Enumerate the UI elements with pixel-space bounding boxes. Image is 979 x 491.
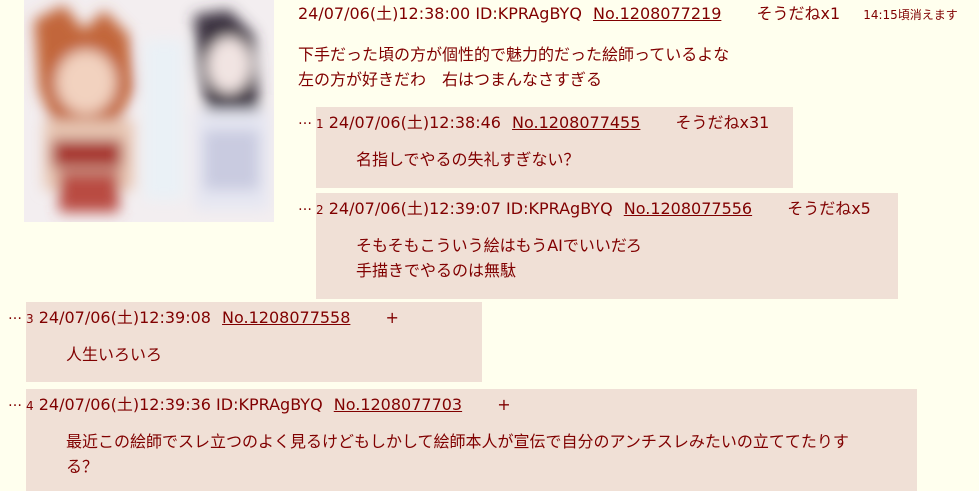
reply-4-date: 24/07/06(土)12:39:36 — [38, 395, 211, 414]
op-body-line: 下手だった頃の方が個性的で魅力的だった絵師っているよな — [298, 45, 730, 64]
reply-1-index: 1 — [316, 117, 324, 131]
op-body: 下手だった頃の方が個性的で魅力的だった絵師っているよな 左の方が好きだわ 右はつ… — [298, 42, 729, 92]
reply-3: 3 24/07/06(土)12:39:08 No.1208077558 + 人生… — [26, 302, 482, 382]
op-id: ID:KPRAgBYQ — [475, 4, 582, 23]
reply-2-date: 24/07/06(土)12:39:07 — [328, 199, 501, 218]
reply-4-id: ID:KPRAgBYQ — [216, 395, 323, 414]
reply-3-date: 24/07/06(土)12:39:08 — [38, 308, 211, 327]
op-body-line: 左の方が好きだわ 右はつまんなさすぎる — [298, 70, 603, 89]
reply-3-number-link[interactable]: No.1208077558 — [222, 308, 350, 327]
op-header: 24/07/06(土)12:38:00 ID:KPRAgBYQ No.12080… — [298, 4, 958, 25]
reply-2-dots: … — [298, 198, 312, 214]
reply-3-dots: … — [8, 307, 22, 323]
reply-4-index: 4 — [26, 399, 34, 413]
op-number-link[interactable]: No.1208077219 — [593, 4, 721, 24]
reply-1-number-link[interactable]: No.1208077455 — [512, 113, 640, 132]
reply-4-number-link[interactable]: No.1208077703 — [334, 395, 462, 414]
reply-2-id: ID:KPRAgBYQ — [506, 199, 613, 218]
reply-1-dots: … — [298, 112, 312, 128]
reply-4-body-line: る？ — [66, 457, 99, 476]
reply-1: 1 24/07/06(土)12:38:46 No.1208077455 そうだね… — [316, 107, 793, 188]
reply-3-index: 3 — [26, 312, 34, 326]
reply-2: 2 24/07/06(土)12:39:07 ID:KPRAgBYQ No.120… — [316, 193, 898, 299]
reply-4-dots: … — [8, 394, 22, 410]
reply-1-date: 24/07/06(土)12:38:46 — [328, 113, 501, 132]
reply-2-sodane-button[interactable]: そうだねx5 — [787, 199, 871, 218]
op-date: 24/07/06(土)12:38:00 — [298, 4, 471, 23]
reply-2-index: 2 — [316, 203, 324, 217]
reply-4-sodane-plus-button[interactable]: + — [497, 395, 510, 414]
reply-2-body-line: 手描きでやるのは無駄 — [356, 261, 517, 280]
reply-2-body-line: そもそもこういう絵はもうAIでいいだろ — [356, 236, 642, 255]
reply-1-body-line: 名指しでやるの失礼すぎない？ — [356, 150, 580, 169]
reply-4: 4 24/07/06(土)12:39:36 ID:KPRAgBYQ No.120… — [26, 389, 917, 491]
reply-3-sodane-plus-button[interactable]: + — [386, 308, 399, 327]
op-thumbnail[interactable] — [24, 0, 274, 222]
op-sodane-button[interactable]: そうだねx1 — [756, 4, 840, 24]
op-expire-text: 14:15頃消えます — [863, 8, 958, 22]
reply-4-body-line: 最近この絵師でスレ立つのよく見るけどもしかして絵師本人が宣伝で自分のアンチスレみ… — [66, 432, 849, 451]
reply-2-number-link[interactable]: No.1208077556 — [624, 199, 752, 218]
reply-3-body-line: 人生いろいろ — [66, 345, 163, 364]
reply-1-sodane-button[interactable]: そうだねx31 — [676, 113, 770, 132]
